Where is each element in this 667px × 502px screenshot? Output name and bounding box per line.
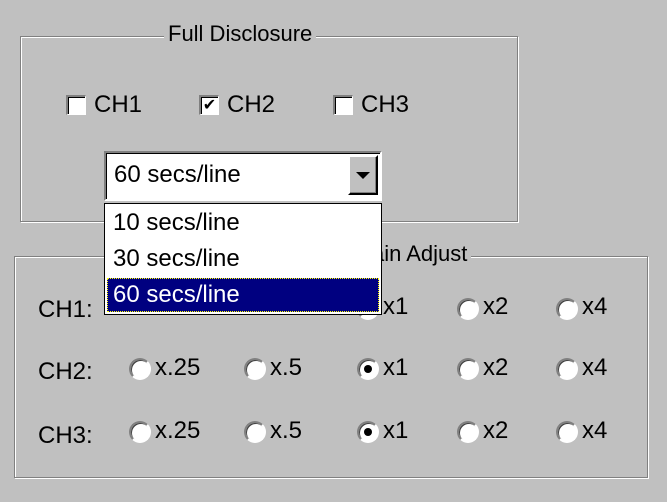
gain-ch3-x1-radio[interactable] [357,421,379,443]
gain-row-label-ch3: CH3: [38,422,93,449]
gain-ch2-x2-radio[interactable] [457,358,479,380]
gain-ch2-x05-label: x.5 [270,354,303,381]
gain-ch1-x4-radio[interactable] [556,298,578,320]
gain-ch1-x1-label: x1 [383,293,409,320]
ch3-checkbox[interactable]: CH3 [333,90,409,120]
gain-ch3-x2-radio[interactable] [457,421,479,443]
checkbox-ch1-box[interactable] [66,95,86,115]
gain-ch1-x2-radio[interactable] [457,298,479,320]
dropdown-option-30-secs[interactable]: 30 secs/line [107,242,379,276]
gain-ch3-x025-radio[interactable] [129,421,151,443]
gain-ch3-x1-label: x1 [383,417,409,444]
dropdown-option-60-secs[interactable]: 60 secs/line [107,278,379,312]
checkmark-icon: ✔ [202,96,217,114]
gain-ch1-x2-label: x2 [483,293,509,320]
ch1-checkbox-label: CH1 [94,91,143,118]
gain-ch3-x4-label: x4 [582,417,608,444]
gain-ch2-x4-radio[interactable] [556,358,578,380]
gain-ch3-x4-radio[interactable] [556,421,578,443]
gain-ch2-x05-radio[interactable] [244,358,266,380]
ch2-checkbox[interactable]: ✔ CH2 [199,90,275,120]
chevron-down-icon [356,171,370,179]
combo-selected-value: 60 secs/line [114,161,241,188]
gain-ch3-x2-label: x2 [483,417,509,444]
dropdown-option-10-secs[interactable]: 10 secs/line [107,206,379,240]
gain-ch2-x4-label: x4 [582,354,608,381]
gain-ch3-x05-label: x.5 [270,417,303,444]
checkbox-ch2-box[interactable]: ✔ [199,95,219,115]
gain-row-label-ch2: CH2: [38,358,93,385]
checkbox-ch3-box[interactable] [333,95,353,115]
gain-ch3-x025-label: x.25 [155,417,201,444]
radio-selected-dot [364,365,372,373]
ch3-checkbox-label: CH3 [361,91,410,118]
secs-per-line-combo[interactable]: 60 secs/line [104,151,382,201]
gain-ch2-x1-radio[interactable] [357,358,379,380]
combo-dropdown-button[interactable] [348,155,378,195]
gain-adjust-title: ain Adjust [372,241,472,267]
radio-selected-dot [364,428,372,436]
secs-per-line-dropdown-list[interactable]: 10 secs/line 30 secs/line 60 secs/line [104,203,382,315]
gain-ch2-x1-label: x1 [383,354,409,381]
gain-ch1-x4-label: x4 [582,293,608,320]
full-disclosure-title: Full Disclosure [164,21,317,47]
gain-ch2-x025-radio[interactable] [129,358,151,380]
ch1-checkbox[interactable]: CH1 [66,90,142,120]
gain-ch2-x2-label: x2 [483,354,509,381]
gain-ch2-x025-label: x.25 [155,354,201,381]
gain-ch3-x05-radio[interactable] [244,421,266,443]
gain-row-label-ch1: CH1: [38,296,93,323]
ch2-checkbox-label: CH2 [227,91,276,118]
